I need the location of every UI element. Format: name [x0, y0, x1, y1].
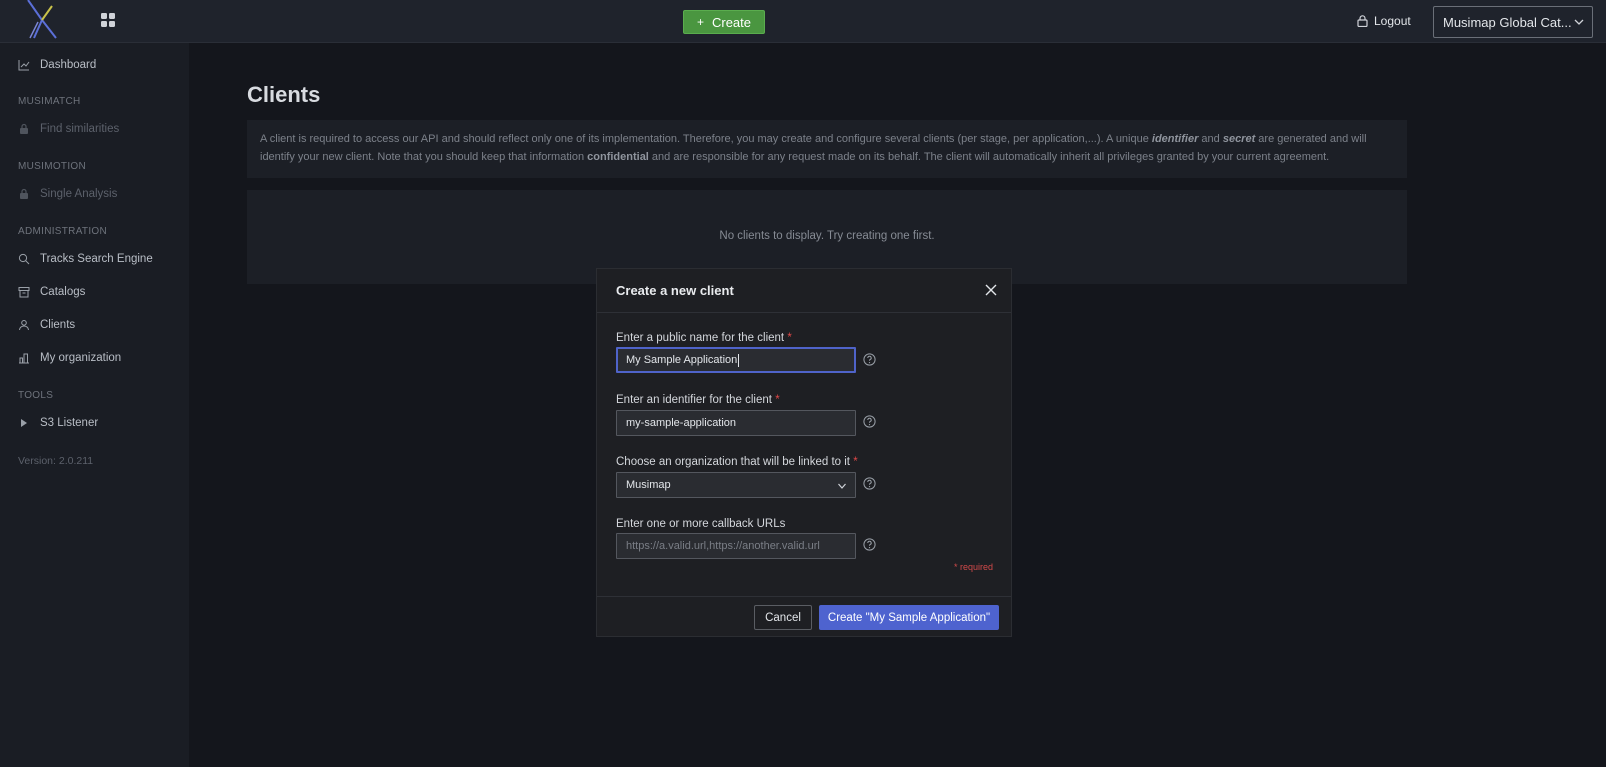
help-icon[interactable]	[863, 353, 876, 366]
section-tools: TOOLS	[18, 390, 54, 401]
top-bar: + Create Logout Musimap Global Cat...	[0, 0, 1606, 43]
archive-icon	[18, 287, 30, 298]
info-text-part3: and are responsible for any request made…	[648, 150, 1330, 163]
info-box: A client is required to access our API a…	[247, 120, 1407, 178]
logout-button[interactable]: Logout	[1357, 14, 1411, 28]
organization-select-value: Musimap	[626, 479, 671, 491]
cancel-button[interactable]: Cancel	[754, 605, 812, 630]
name-input-value: My Sample Application	[626, 354, 738, 366]
required-marker: *	[775, 394, 780, 406]
catalog-selector[interactable]: Musimap Global Cat...	[1433, 6, 1593, 38]
sidebar-item-label: My organization	[40, 352, 122, 364]
modal-header: Create a new client	[597, 269, 1011, 313]
create-button-label: Create	[711, 14, 752, 30]
sidebar-item-find-similarities[interactable]: Find similarities	[18, 123, 119, 135]
chevron-down-icon	[1574, 19, 1584, 25]
section-musimotion: MUSIMOTION	[18, 161, 86, 172]
user-icon	[19, 320, 29, 331]
organization-select[interactable]: Musimap	[616, 472, 856, 498]
identifier-label-text: Enter an identifier for the client	[616, 394, 772, 406]
empty-state-text: No clients to display. Try creating one …	[719, 230, 935, 242]
page-title: Clients	[247, 82, 321, 107]
info-text-confidential: confidential	[587, 150, 649, 163]
plus-icon: +	[696, 15, 704, 29]
section-administration: ADMINISTRATION	[18, 226, 108, 237]
callback-urls-input[interactable]: https://a.valid.url,https://another.vali…	[616, 533, 856, 559]
callback-label-text: Enter one or more callback URLs	[616, 518, 786, 530]
info-text-part1: A client is required to access our API a…	[260, 133, 1152, 145]
required-note: * required	[953, 562, 993, 572]
required-marker: *	[853, 456, 858, 468]
sidebar-item-catalogs[interactable]: Catalogs	[18, 286, 85, 298]
help-icon[interactable]	[863, 477, 876, 490]
lock-icon	[20, 123, 28, 134]
identifier-input-value: my-sample-application	[626, 417, 737, 429]
identifier-input[interactable]: my-sample-application	[616, 410, 856, 436]
sidebar-item-label: Single Analysis	[40, 188, 118, 200]
logout-label: Logout	[1374, 14, 1411, 28]
required-marker: *	[787, 332, 792, 344]
sidebar-item-tracks-search-engine[interactable]: Tracks Search Engine	[18, 253, 153, 265]
create-button[interactable]: + Create	[683, 10, 765, 34]
sidebar-item-label: Clients	[40, 319, 76, 331]
info-text-secret: secret	[1222, 133, 1256, 145]
organization-field-label: Choose an organization that will be link…	[616, 456, 858, 468]
sidebar-item-clients[interactable]: Clients	[18, 319, 75, 331]
sidebar: Dashboard MUSIMATCH Find similarities MU…	[0, 43, 189, 767]
modal-footer: Cancel Create "My Sample Application"	[597, 596, 1011, 638]
play-icon	[21, 419, 27, 427]
sidebar-item-label: Catalogs	[40, 286, 86, 298]
lock-icon	[1357, 15, 1368, 27]
chart-line-icon	[18, 60, 30, 71]
organization-label-text: Choose an organization that will be link…	[616, 456, 850, 468]
callback-field-label: Enter one or more callback URLs	[616, 518, 785, 530]
musimap-logo[interactable]	[24, 0, 60, 40]
catalog-selector-value: Musimap Global Cat...	[1443, 14, 1572, 30]
sidebar-item-label: Find similarities	[40, 123, 120, 135]
section-musimatch: MUSIMATCH	[18, 96, 81, 107]
info-text-and: and	[1198, 133, 1223, 145]
chevron-down-icon	[838, 483, 846, 489]
callback-placeholder: https://a.valid.url,https://another.vali…	[626, 540, 820, 552]
apps-grid-icon[interactable]	[100, 12, 116, 28]
building-chart-icon	[19, 353, 29, 364]
close-icon[interactable]	[985, 284, 997, 296]
sidebar-item-label: Dashboard	[40, 59, 97, 71]
sidebar-item-my-organization[interactable]: My organization	[18, 352, 121, 364]
help-icon[interactable]	[863, 415, 876, 428]
version-label: Version: 2.0.211	[18, 455, 94, 467]
sidebar-item-dashboard[interactable]: Dashboard	[18, 59, 96, 71]
identifier-field-label: Enter an identifier for the client *	[616, 394, 780, 406]
help-icon[interactable]	[863, 538, 876, 551]
sidebar-item-label: Tracks Search Engine	[40, 253, 153, 265]
info-text-identifier: identifier	[1151, 133, 1199, 145]
sidebar-item-label: S3 Listener	[40, 417, 99, 429]
name-label-text: Enter a public name for the client	[616, 332, 785, 344]
lock-icon	[20, 188, 28, 199]
create-client-button[interactable]: Create "My Sample Application"	[819, 605, 999, 630]
sidebar-item-single-analysis[interactable]: Single Analysis	[18, 188, 117, 200]
text-cursor	[738, 353, 740, 367]
create-client-modal: Create a new client Enter a public name …	[596, 268, 1012, 637]
name-input[interactable]: My Sample Application	[616, 347, 856, 373]
name-field-label: Enter a public name for the client *	[616, 332, 792, 344]
search-icon	[18, 253, 30, 265]
modal-title: Create a new client	[616, 283, 734, 298]
sidebar-item-s3-listener[interactable]: S3 Listener	[18, 417, 98, 429]
